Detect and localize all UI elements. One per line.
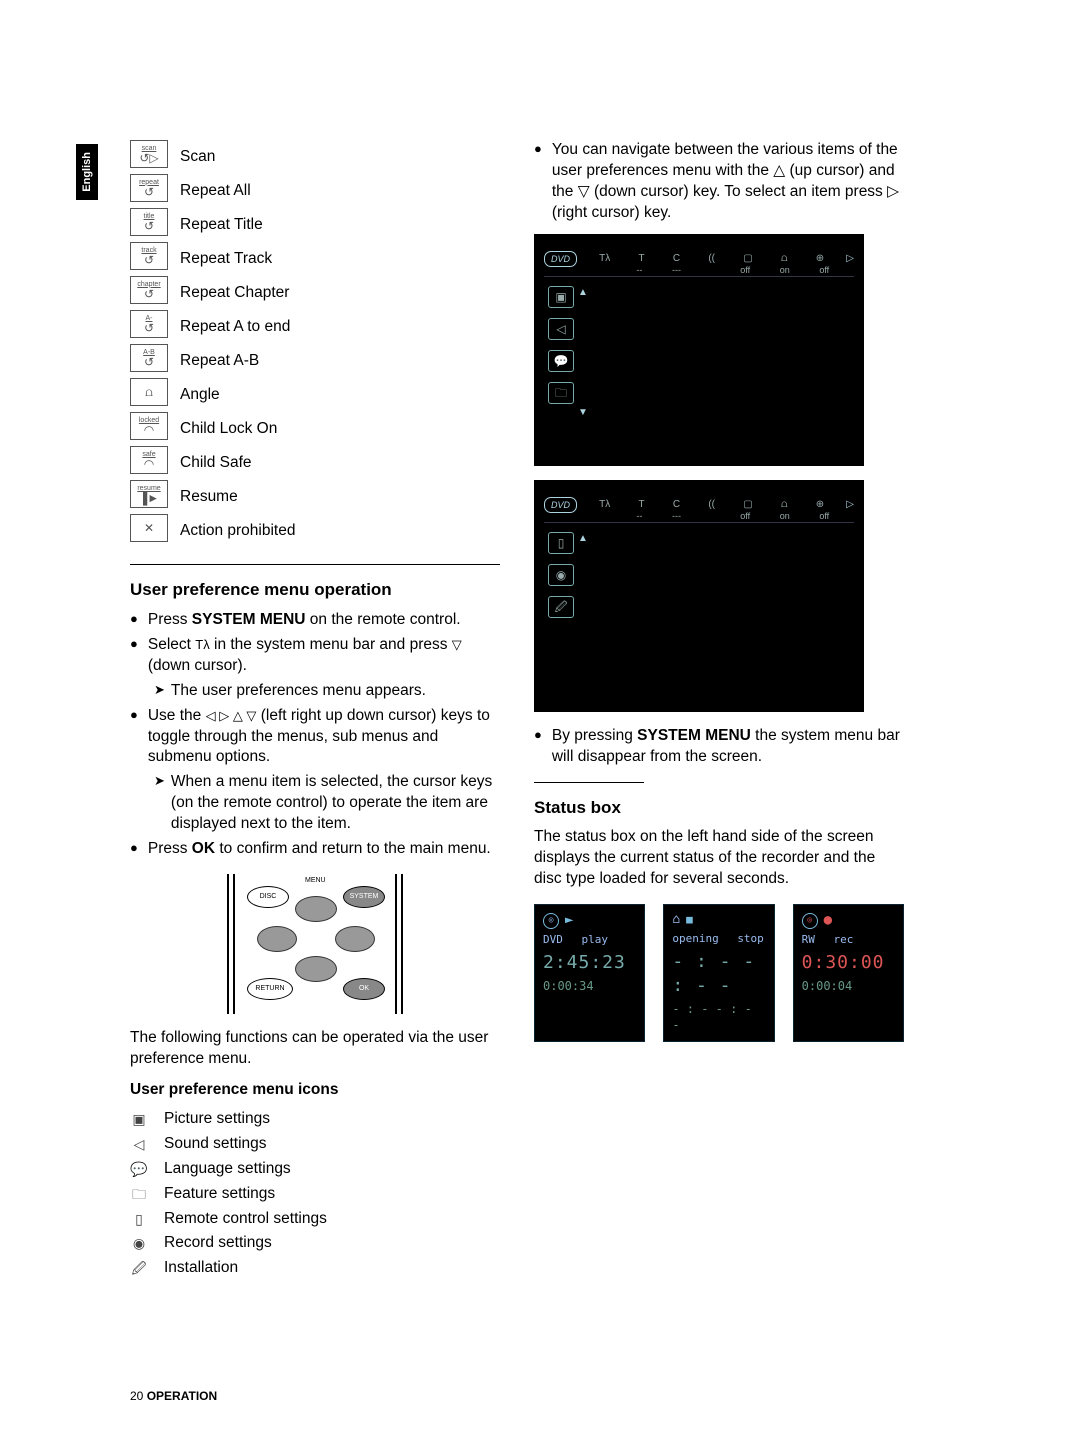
system-menu-screenshot-1: DVD TλTC((▢⩍⊕ ▷ -----offonoff ▣◁💬🗀 ▲ ▼ [534, 234, 864, 466]
menu-side-icon: ◉ [548, 564, 574, 586]
pref-icon-label: Picture settings [164, 1109, 270, 1130]
pref-icon-label: Sound settings [164, 1134, 267, 1155]
pref-icon-row: ◉ Record settings [130, 1233, 500, 1254]
page-footer: 20 OPERATION [130, 1388, 217, 1404]
status-icon-row: chapter↺ Repeat Chapter [130, 276, 500, 304]
status-icon-row: resume▐► Resume [130, 480, 500, 508]
status-icon-label: Resume [180, 487, 238, 508]
system-menu-screenshot-2: DVD TλTC((▢⩍⊕ ▷ -----offonoff ▯◉🖉 ▲ [534, 480, 864, 712]
status-icon: title↺ [130, 208, 168, 236]
status-icon-row: A-↺ Repeat A to end [130, 310, 500, 338]
status-icon-row: ⩍ Angle [130, 378, 500, 406]
menu-side-icon: 🖉 [548, 596, 574, 618]
pref-icon-row: 🗀 Feature settings [130, 1184, 500, 1205]
status-icon-row: A-B↺ Repeat A-B [130, 344, 500, 372]
pref-icon: 🗀 [130, 1186, 148, 1202]
pref-icon: 🖉 [130, 1261, 148, 1277]
user-pref-icons-heading: User preference menu icons [130, 1080, 500, 1101]
pref-icon: ◉ [130, 1236, 148, 1252]
user-pref-icons-list: ▣ Picture settings ◁ Sound settings 💬 Languag… [130, 1109, 500, 1279]
menu-side-icon: 🗀 [548, 382, 574, 404]
status-box: ◎●RW rec0:30:000:00:04 [793, 904, 904, 1041]
status-icon-row: track↺ Repeat Track [130, 242, 500, 270]
menu-side-icon: ▣ [548, 286, 574, 308]
menu-side-icon: 💬 [548, 350, 574, 372]
divider [534, 782, 644, 783]
user-pref-steps: Press SYSTEM MENU on the remote control.… [130, 610, 500, 677]
status-icon-row: ✕ Action prohibited [130, 514, 500, 542]
status-icon-row: repeat↺ Repeat All [130, 174, 500, 202]
pref-icon-row: ▯ Remote control settings [130, 1209, 500, 1230]
navigate-instruction: You can navigate between the various ite… [552, 140, 904, 224]
menu-side-icon: ◁ [548, 318, 574, 340]
section-heading-status-box: Status box [534, 797, 904, 820]
status-icon-label: Repeat Chapter [180, 283, 289, 304]
status-icon-label: Repeat A to end [180, 317, 290, 338]
status-icon: ✕ [130, 514, 168, 542]
status-icon: locked◠ [130, 412, 168, 440]
status-icon: track↺ [130, 242, 168, 270]
status-icon-label: Repeat Title [180, 215, 263, 236]
pref-icon-label: Record settings [164, 1233, 272, 1254]
pref-icon: 💬 [130, 1161, 148, 1177]
menu-side-icon: ▯ [548, 532, 574, 554]
pref-icon: ▣ [130, 1111, 148, 1127]
pref-icon-row: 🖉 Installation [130, 1258, 500, 1279]
status-box: ⌂■opening stop- : - - : - -- : - - : - - [663, 904, 774, 1041]
status-icon: resume▐► [130, 480, 168, 508]
status-icon: safe◠ [130, 446, 168, 474]
status-icon-label: Child Safe [180, 453, 252, 474]
status-icon-label: Action prohibited [180, 521, 295, 542]
pref-icon-row: ▣ Picture settings [130, 1109, 500, 1130]
pref-icon-label: Language settings [164, 1159, 291, 1180]
status-icon-row: safe◠ Child Safe [130, 446, 500, 474]
status-icon-label: Angle [180, 385, 220, 406]
status-icon-label: Repeat All [180, 181, 251, 202]
status-icon: repeat↺ [130, 174, 168, 202]
status-icon: scan↺▷ [130, 140, 168, 168]
status-icon-label: Child Lock On [180, 419, 277, 440]
status-icon-row: title↺ Repeat Title [130, 208, 500, 236]
status-icon-label: Repeat A-B [180, 351, 259, 372]
status-box-examples: ◎►DVD play2:45:230:00:34⌂■opening stop- … [534, 904, 904, 1041]
status-box: ◎►DVD play2:45:230:00:34 [534, 904, 645, 1041]
user-pref-followup: The following functions can be operated … [130, 1028, 500, 1070]
pref-icon-row: ◁ Sound settings [130, 1134, 500, 1155]
pref-icon-label: Remote control settings [164, 1209, 327, 1230]
status-icon: chapter↺ [130, 276, 168, 304]
status-icon: A-B↺ [130, 344, 168, 372]
language-tab: English [76, 144, 98, 200]
status-icon-label: Repeat Track [180, 249, 272, 270]
status-icon-row: scan↺▷ Scan [130, 140, 500, 168]
status-icon-label: Scan [180, 147, 215, 168]
status-box-paragraph: The status box on the left hand side of … [534, 827, 904, 890]
pref-icon-label: Feature settings [164, 1184, 275, 1205]
pref-icon: ◁ [130, 1136, 148, 1152]
status-icon-row: locked◠ Child Lock On [130, 412, 500, 440]
pref-icon-row: 💬 Language settings [130, 1159, 500, 1180]
status-icon: ⩍ [130, 378, 168, 406]
pref-icon: ▯ [130, 1211, 148, 1227]
status-icon-legend: scan↺▷ Scan repeat↺ Repeat All title↺ Repeat … [130, 140, 500, 542]
status-icon: A-↺ [130, 310, 168, 338]
section-heading-user-pref: User preference menu operation [130, 579, 500, 602]
pref-icon-label: Installation [164, 1258, 238, 1279]
divider [130, 564, 500, 565]
remote-control-diagram: MENU DISC SYSTEM RETURN OK [225, 874, 405, 1014]
